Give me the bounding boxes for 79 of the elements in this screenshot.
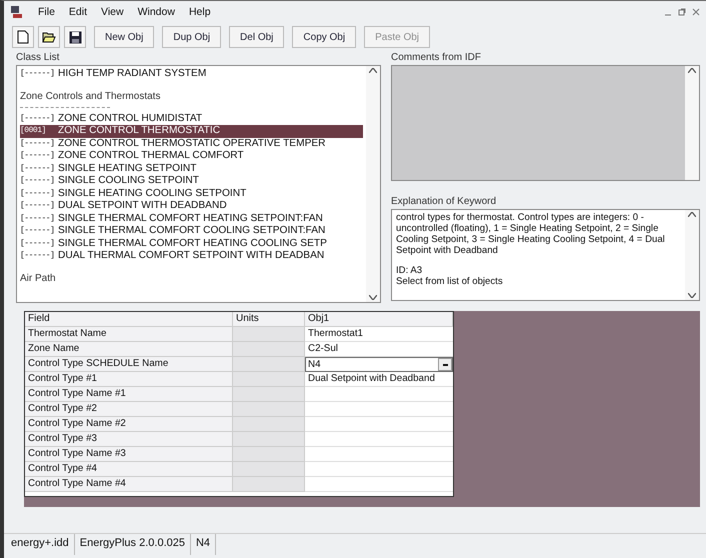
explanation-text: Select from list of objects [396, 276, 504, 287]
save-button[interactable] [64, 26, 86, 48]
value-cell[interactable]: Thermostat1 [305, 327, 453, 342]
explanation-text: ID: A3 [396, 265, 424, 276]
field-cell: Control Type #1 [25, 372, 233, 387]
status-text: energy+.idd [6, 534, 75, 555]
scroll-down-icon[interactable] [369, 295, 377, 300]
scroll-up-icon[interactable] [688, 212, 696, 217]
blank-page-icon [17, 30, 29, 44]
field-cell: Control Type #4 [25, 462, 233, 477]
class-list-item[interactable]: [------] SINGLE HEATING COOLING SETPOINT [20, 188, 363, 200]
scrollbar[interactable] [366, 66, 380, 302]
column-header: Obj1 [305, 312, 453, 327]
open-folder-button[interactable] [38, 26, 60, 48]
field-cell: Control Type Name #1 [25, 387, 233, 402]
class-list-item[interactable]: [------] HIGH TEMP RADIANT SYSTEM [20, 68, 363, 80]
dropdown-button[interactable] [438, 358, 452, 371]
units-cell [233, 402, 305, 417]
folder-icon [42, 31, 56, 43]
status-text: N4 [190, 534, 216, 555]
class-list-item[interactable]: [------] SINGLE THERMAL COMFORT HEATING COOLING SETP [20, 238, 363, 250]
units-cell [233, 387, 305, 402]
new-file-button[interactable] [12, 26, 34, 48]
field-cell: Control Type Name #4 [25, 477, 233, 492]
field-cell: Thermostat Name [25, 327, 233, 342]
class-list-item[interactable]: [------] ZONE CONTROL HUMIDISTAT [20, 112, 363, 125]
class-list-item[interactable]: [------] ZONE CONTROL THERMOSTATIC OPERATIVE TEMPER [20, 138, 363, 150]
toolbar-button[interactable]: Copy Obj [292, 26, 356, 48]
comments-label: Comments from IDF [391, 51, 482, 65]
field-cell: Zone Name [25, 342, 233, 357]
units-cell [233, 462, 305, 477]
column-header: Field [25, 312, 233, 327]
close-icon[interactable] [692, 8, 700, 16]
app-logo-icon [10, 5, 24, 19]
scroll-up-icon[interactable] [369, 68, 377, 73]
comments-field[interactable] [391, 65, 700, 181]
menu-item[interactable]: Edit [68, 6, 88, 18]
group-heading: Air Path [20, 272, 57, 284]
explanation-label: Explanation of Keyword [391, 195, 498, 209]
field-cell: Control Type #3 [25, 432, 233, 447]
field-cell: Control Type #2 [25, 402, 233, 417]
class-list-item[interactable]: [------] DUAL THERMAL COMFORT SETPOINT WITH DEADBAN [20, 250, 363, 262]
units-cell [233, 432, 305, 447]
dash-icon [442, 364, 448, 366]
group-heading: Zone Controls and Thermostats [20, 90, 162, 102]
value-cell[interactable]: Dual Setpoint with Deadband [305, 372, 453, 387]
field-cell: Control Type SCHEDULE Name [25, 357, 233, 372]
explanation-text: control types for thermostat. Control types are integers: 0 - uncontrolled (floating), 1 = Single Heating Setpoint, 2 = Single Cooling Setpoint, 3 = Single Heating Cooling Setpoint, 4 = Dual Setpoint with Deadband [396, 212, 666, 256]
menu-item[interactable]: Window [138, 6, 175, 18]
scroll-down-icon[interactable] [688, 293, 696, 298]
class-list-item[interactable]: [------] DUAL SETPOINT WITH DEADBAND [20, 200, 363, 212]
units-cell [233, 357, 305, 372]
class-list-item[interactable]: [------] SINGLE COOLING SETPOINT [20, 175, 363, 188]
class-list-item[interactable]: [------] SINGLE THERMAL COMFORT HEATING SETPOINT:FAN [20, 212, 363, 225]
scroll-up-icon[interactable] [688, 68, 696, 73]
class-list-label: Class List [16, 51, 60, 65]
column-header: Units [233, 312, 305, 327]
class-list-item[interactable]: [0001] ZONE CONTROL THERMOSTATIC [20, 125, 363, 138]
field-cell: Control Type Name #2 [25, 417, 233, 432]
value-cell[interactable]: C2-Sul [305, 342, 453, 357]
class-list-item[interactable]: [------] SINGLE THERMAL COMFORT COOLING SETPOINT:FAN [20, 225, 363, 238]
units-cell [233, 342, 305, 357]
status-text: EnergyPlus 2.0.0.025 [74, 534, 191, 555]
menu-item[interactable]: Help [188, 6, 211, 18]
units-cell [233, 477, 305, 492]
units-cell [233, 372, 305, 387]
class-list-item[interactable]: [------] ZONE CONTROL THERMAL COMFORT [20, 150, 363, 162]
toolbar-button[interactable]: New Obj [94, 26, 154, 48]
toolbar-button[interactable]: Dup Obj [162, 26, 222, 48]
units-cell [233, 417, 305, 432]
units-cell [233, 327, 305, 342]
restore-icon[interactable] [678, 8, 686, 16]
units-cell [233, 447, 305, 462]
menu-item[interactable]: File [38, 6, 55, 18]
class-list-item[interactable]: [------] SINGLE HEATING SETPOINT [20, 162, 363, 175]
value-dropdown[interactable]: N4 [305, 357, 453, 372]
field-cell: Control Type Name #3 [25, 447, 233, 462]
toolbar-button[interactable]: Del Obj [229, 26, 284, 48]
menu-item[interactable]: View [101, 6, 124, 18]
